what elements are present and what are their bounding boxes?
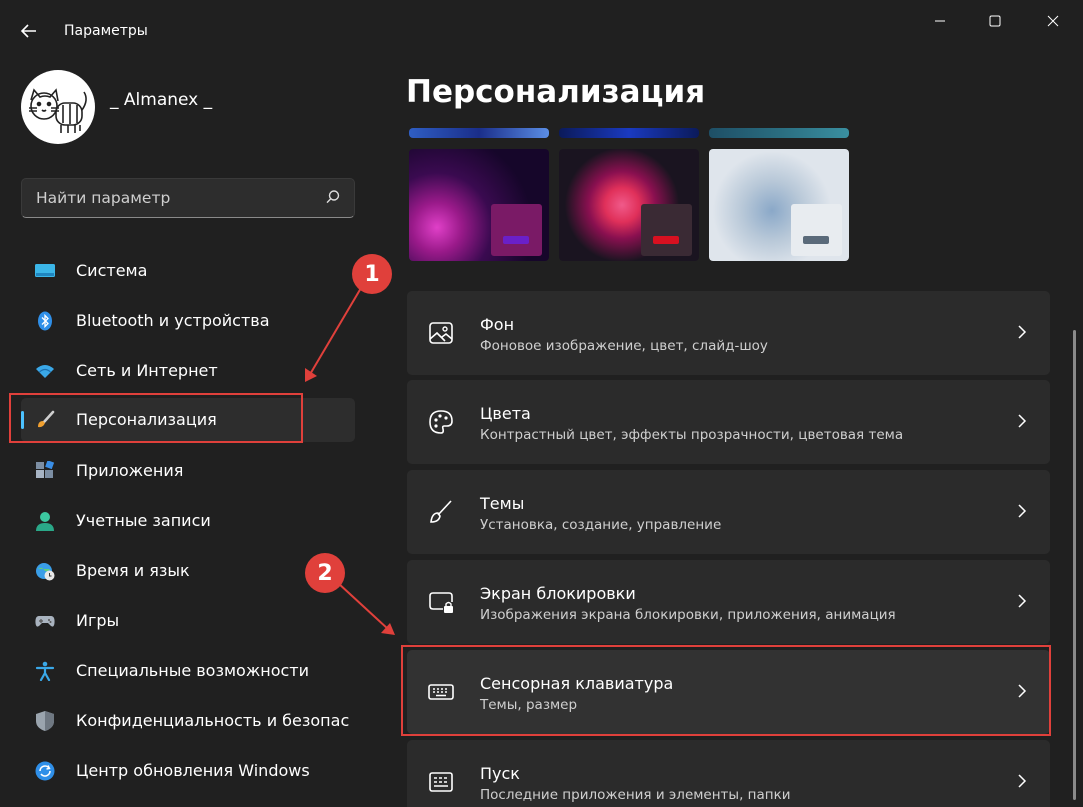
user-name: _ Almanex _ xyxy=(110,90,213,110)
image-icon xyxy=(429,322,453,344)
chevron-right-icon xyxy=(1018,774,1027,788)
card-start[interactable]: Пуск Последние приложения и элементы, па… xyxy=(407,740,1050,807)
cat-avatar-icon xyxy=(29,88,87,133)
sidebar-item-label: Время и язык xyxy=(76,561,190,580)
annotation-arrow-2 xyxy=(337,582,395,635)
search-icon[interactable] xyxy=(324,188,342,206)
scrollbar[interactable] xyxy=(1073,330,1076,800)
sidebar-item-label: Специальные возможности xyxy=(76,661,310,680)
theme-preview-window xyxy=(491,204,542,256)
sidebar-item-label: Центр обновления Windows xyxy=(76,761,310,780)
card-subtitle: Контрастный цвет, эффекты прозрачности, … xyxy=(480,427,904,443)
avatar[interactable] xyxy=(21,70,95,144)
card-title: Фон xyxy=(480,315,515,334)
close-button[interactable] xyxy=(1030,6,1076,36)
back-button[interactable] xyxy=(20,22,42,42)
search-box[interactable] xyxy=(21,178,355,218)
sidebar-item-label: Сеть и Интернет xyxy=(76,361,218,380)
theme-accent-swatch xyxy=(503,236,529,244)
annotation-highlight-1 xyxy=(9,393,303,443)
annotation-highlight-2 xyxy=(401,645,1051,736)
gamepad-icon xyxy=(35,616,55,627)
accessibility-icon xyxy=(35,661,55,681)
globe-clock-icon xyxy=(36,563,55,581)
bluetooth-icon xyxy=(38,311,52,331)
apps-icon xyxy=(36,461,55,478)
sidebar-item-label: Bluetooth и устройства xyxy=(76,311,270,330)
card-subtitle: Фоновое изображение, цвет, слайд-шоу xyxy=(480,338,768,354)
sidebar-item-privacy[interactable]: Конфиденциальность и безопас xyxy=(21,699,355,743)
theme-thumbnail[interactable] xyxy=(559,128,699,138)
shield-icon xyxy=(36,711,54,731)
sidebar-item-label: Приложения xyxy=(76,461,184,480)
card-themes[interactable]: Темы Установка, создание, управление xyxy=(407,470,1050,554)
search-input[interactable] xyxy=(22,179,326,217)
sidebar-item-label: Учетные записи xyxy=(76,511,211,530)
theme-preview-window xyxy=(641,204,692,256)
page-title: Персонализация xyxy=(406,74,706,110)
maximize-button[interactable] xyxy=(972,6,1018,36)
theme-thumbnail[interactable] xyxy=(409,128,549,138)
lock-screen-icon xyxy=(429,592,453,613)
minimize-button[interactable] xyxy=(917,6,963,36)
minimize-icon xyxy=(935,20,945,22)
maximize-icon xyxy=(989,15,1001,27)
theme-accent-swatch xyxy=(803,236,829,244)
chevron-right-icon xyxy=(1018,594,1027,608)
theme-thumbnail-bloom[interactable] xyxy=(709,149,849,261)
title-bar: Параметры xyxy=(0,0,1083,64)
card-subtitle: Установка, создание, управление xyxy=(480,517,722,533)
chevron-right-icon xyxy=(1018,414,1027,428)
person-icon xyxy=(36,512,54,531)
theme-accent-swatch xyxy=(653,236,679,244)
sidebar-item-label: Конфиденциальность и безопас xyxy=(76,711,350,730)
card-background[interactable]: Фон Фоновое изображение, цвет, слайд-шоу xyxy=(407,291,1050,375)
annotation-arrow-1 xyxy=(305,287,362,382)
theme-preview-window xyxy=(791,204,842,256)
close-icon xyxy=(1047,15,1059,27)
card-title: Цвета xyxy=(480,404,531,423)
card-colors[interactable]: Цвета Контрастный цвет, эффекты прозрачн… xyxy=(407,380,1050,464)
sidebar-item-accessibility[interactable]: Специальные возможности xyxy=(21,649,355,693)
sidebar-item-apps[interactable]: Приложения xyxy=(21,449,355,493)
theme-thumbnail-glow[interactable] xyxy=(409,149,549,261)
theme-thumbnail[interactable] xyxy=(709,128,849,138)
card-title: Темы xyxy=(480,494,525,513)
sidebar-item-label: Игры xyxy=(76,611,120,630)
card-title: Пуск xyxy=(480,764,520,783)
monitor-icon xyxy=(35,264,55,277)
chevron-right-icon xyxy=(1018,504,1027,518)
app-title: Параметры xyxy=(64,23,148,39)
chevron-right-icon xyxy=(1018,325,1027,339)
sidebar-item-gaming[interactable]: Игры xyxy=(21,599,355,643)
update-icon xyxy=(35,761,55,781)
card-title: Экран блокировки xyxy=(480,584,636,603)
theme-thumbnail-flower[interactable] xyxy=(559,149,699,261)
sidebar-item-accounts[interactable]: Учетные записи xyxy=(21,499,355,543)
palette-icon xyxy=(429,410,453,434)
brush-pen-icon xyxy=(430,500,452,523)
card-subtitle: Последние приложения и элементы, папки xyxy=(480,787,791,803)
sidebar-item-windows-update[interactable]: Центр обновления Windows xyxy=(21,749,355,793)
start-icon xyxy=(429,772,453,792)
sidebar-item-label: Система xyxy=(76,261,148,280)
card-subtitle: Изображения экрана блокировки, приложени… xyxy=(480,607,896,623)
back-arrow-icon xyxy=(20,24,36,38)
card-lock-screen[interactable]: Экран блокировки Изображения экрана блок… xyxy=(407,560,1050,644)
wifi-icon xyxy=(36,365,54,378)
